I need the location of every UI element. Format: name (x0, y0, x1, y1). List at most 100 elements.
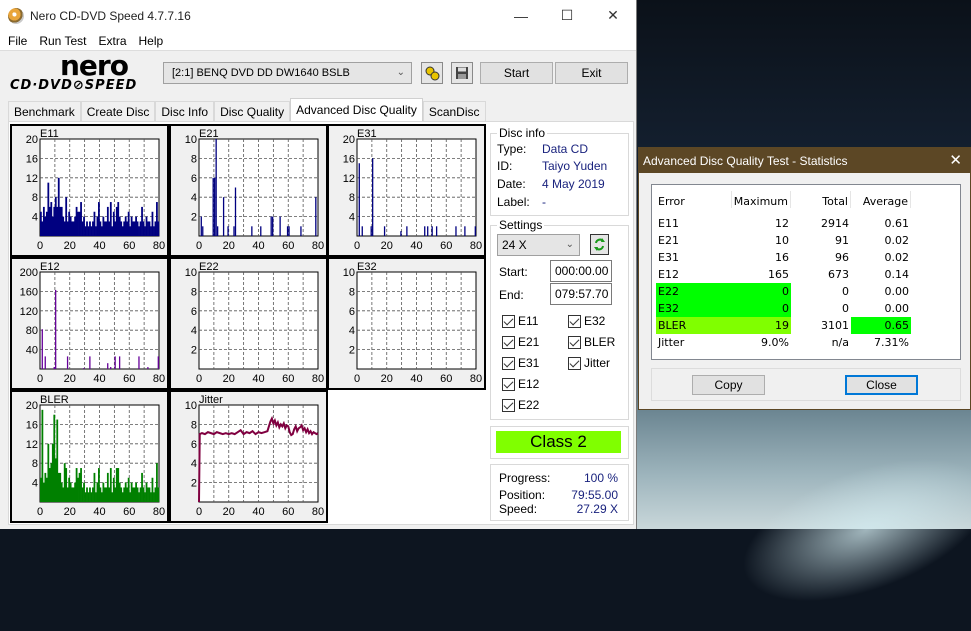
statistics-row-e22[interactable]: E22 0 0 0.00 (656, 283, 911, 300)
statistics-row-jitter[interactable]: Jitter 9.0% n/a 7.31% (656, 334, 911, 351)
bar-e12 (89, 356, 91, 369)
checkbox-label: E21 (518, 335, 540, 349)
statistics-row-bler[interactable]: BLER 19 3101 0.65 (656, 317, 911, 334)
maximum-value: 12 (775, 217, 789, 230)
chart-title: BLER (40, 394, 69, 406)
copy-button[interactable]: Copy (692, 375, 765, 395)
x-tick-label: 0 (196, 240, 202, 252)
checkbox-e31[interactable]: E31 (502, 356, 539, 370)
column-header-maximum[interactable]: Maximum (732, 191, 791, 208)
chart-svg: 4 8 12 16 20 0 20 40 60 80 BLER (26, 394, 165, 518)
drive-info-button[interactable] (421, 62, 443, 84)
column-header-total[interactable]: Total (791, 191, 851, 208)
x-tick-label: 60 (282, 373, 294, 385)
checkbox-label: E31 (518, 356, 540, 370)
menu-extra[interactable]: Extra (92, 34, 132, 48)
bar-e31 (372, 158, 374, 236)
y-tick-label: 80 (26, 325, 38, 337)
menu-help[interactable]: Help (133, 34, 170, 48)
x-tick-label: 80 (153, 373, 165, 385)
y-tick-label: 10 (185, 134, 197, 146)
x-tick-label: 60 (123, 240, 135, 252)
tab-scandisc[interactable]: ScanDisc (422, 101, 486, 122)
maximum-value: 16 (775, 251, 789, 264)
end-label: End: (499, 288, 524, 302)
y-tick-label: 4 (349, 212, 355, 224)
statistics-row-e31[interactable]: E31 16 96 0.02 (656, 249, 911, 266)
statistics-row-e32[interactable]: E32 0 0 0.00 (656, 300, 911, 317)
maximum-value: 0 (732, 300, 791, 317)
save-button[interactable] (451, 62, 473, 84)
speed-select[interactable]: 24 X ⌄ (497, 234, 580, 256)
x-tick-label: 0 (196, 373, 202, 385)
tab-advanced-disc-quality[interactable]: Advanced Disc Quality (290, 98, 423, 122)
end-input[interactable]: 079:57.70 (550, 283, 612, 305)
tab-disc-info[interactable]: Disc Info (155, 101, 215, 122)
error-name: E22 (656, 283, 732, 300)
tab-benchmark[interactable]: Benchmark (8, 101, 81, 122)
chart-title: E31 (357, 128, 377, 140)
checkbox-e21[interactable]: E21 (502, 335, 539, 349)
bar-e12 (66, 356, 69, 369)
x-tick-label: 40 (252, 373, 264, 385)
y-tick-label: 2 (349, 345, 355, 357)
close-icon[interactable]: ✕ (949, 151, 962, 169)
minimize-button[interactable]: — (498, 0, 544, 31)
bar-e31 (358, 163, 360, 236)
bar-e31 (427, 226, 429, 236)
error-name: BLER (656, 317, 732, 334)
checkbox-e11[interactable]: E11 (502, 314, 538, 328)
total-value: 0 (842, 302, 849, 315)
tab-disc-quality[interactable]: Disc Quality (214, 101, 291, 122)
y-tick-label: 4 (191, 192, 197, 204)
total-value: n/a (831, 336, 849, 349)
statistics-row-e21[interactable]: E21 10 91 0.02 (656, 232, 911, 249)
bar-e21 (300, 226, 302, 236)
tab-create-disc[interactable]: Create Disc (80, 101, 156, 122)
y-tick-label: 2 (191, 345, 197, 357)
total-value: 0 (842, 285, 849, 298)
column-header-average[interactable]: Average (851, 191, 911, 208)
y-tick-label: 8 (191, 419, 197, 431)
start-input[interactable]: 000:00.00 (550, 260, 612, 282)
error-name: E21 (658, 234, 679, 247)
checkbox-e32[interactable]: E32 (568, 314, 605, 328)
column-header-error[interactable]: Error (656, 191, 732, 208)
x-tick-label: 20 (64, 240, 76, 252)
y-tick-label: 200 (20, 267, 38, 279)
bar-e21 (251, 226, 253, 236)
statistics-row-e11[interactable]: E11 12 2914 0.61 (656, 215, 911, 232)
y-tick-label: 8 (191, 153, 197, 165)
start-button[interactable]: Start (480, 62, 553, 84)
checkbox-check-icon (568, 335, 581, 349)
class-badge: Class 2 (496, 431, 621, 453)
refresh-speed-button[interactable] (590, 234, 609, 255)
checkbox-check-icon (502, 335, 515, 349)
bar-e21 (215, 139, 217, 236)
x-tick-label: 0 (354, 240, 360, 252)
progress-label: Progress: (499, 471, 551, 485)
x-tick-label: 80 (153, 506, 165, 518)
exit-button[interactable]: Exit (555, 62, 628, 84)
x-tick-label: 80 (153, 240, 165, 252)
disc-info-label: Disc info (497, 126, 548, 140)
bar-e31 (370, 226, 372, 236)
drive-select[interactable]: [2:1] BENQ DVD DD DW1640 BSLB ⌄ (163, 62, 412, 84)
checkbox-bler[interactable]: BLER (568, 335, 615, 349)
x-tick-label: 40 (93, 373, 105, 385)
close-button[interactable]: ✕ (590, 0, 636, 31)
checkbox-e12[interactable]: E12 (502, 377, 539, 391)
statistics-row-e12[interactable]: E12 165 673 0.14 (656, 266, 911, 283)
maximize-button[interactable]: ☐ (544, 0, 590, 31)
checkbox-jitter[interactable]: Jitter (568, 356, 610, 370)
bar-e31 (464, 226, 466, 236)
disc-type-value: Data CD (542, 142, 589, 156)
checkbox-check-icon (502, 398, 515, 412)
menu-run-test[interactable]: Run Test (33, 34, 92, 48)
bar-e21 (288, 226, 290, 236)
close-dialog-button[interactable]: Close (845, 375, 918, 395)
checkbox-e22[interactable]: E22 (502, 398, 539, 412)
nero-logo: nero CD·DVD⊘SPEED (8, 49, 158, 93)
total-value: 96 (835, 251, 849, 264)
menu-file[interactable]: File (2, 34, 33, 48)
